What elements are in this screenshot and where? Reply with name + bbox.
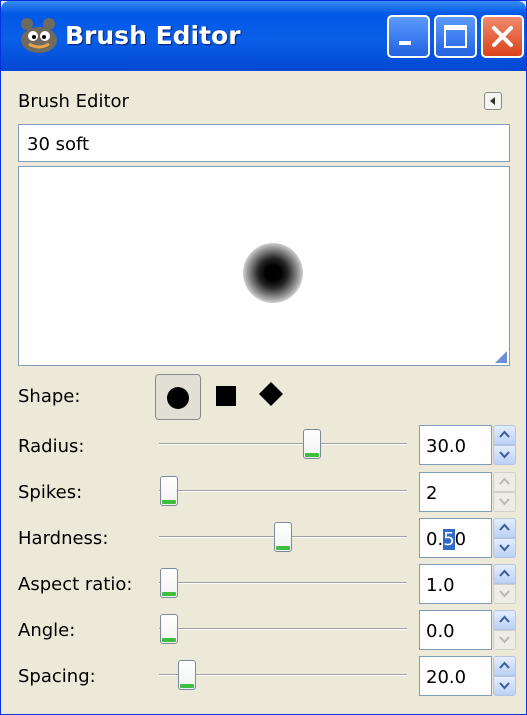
radius-slider-track[interactable] (159, 443, 407, 445)
aspect-ratio-slider-track[interactable] (159, 582, 407, 584)
radius-decrement[interactable] (493, 445, 516, 465)
spikes-input[interactable]: 2 (419, 472, 492, 512)
maximize-button[interactable] (434, 15, 477, 58)
chevron-up-icon (499, 661, 510, 669)
menu-button[interactable] (484, 92, 502, 110)
shape-circle-button[interactable] (155, 374, 201, 420)
radius-label: Radius: (18, 436, 85, 457)
hardness-input[interactable]: 0.50 (419, 518, 492, 558)
angle-decrement[interactable] (493, 630, 516, 650)
aspect-ratio-slider-thumb[interactable] (160, 568, 178, 598)
spacing-input[interactable]: 20.0 (419, 656, 492, 696)
angle-spinner[interactable] (493, 610, 516, 650)
shape-label: Shape: (18, 386, 81, 407)
chevron-up-icon (499, 523, 510, 531)
square-icon (216, 386, 236, 406)
chevron-down-icon (499, 682, 510, 690)
spikes-slider-thumb[interactable] (160, 476, 178, 506)
brush-editor-window: Brush Editor Brush Editor 30 soft Shape:… (0, 0, 527, 715)
hardness-value-selection: 5 (443, 529, 455, 550)
diamond-icon (259, 382, 283, 406)
gimp-wilber-icon (21, 18, 57, 53)
aspect-ratio-spinner[interactable] (493, 564, 516, 604)
spikes-label: Spikes: (18, 482, 83, 503)
angle-input[interactable]: 0.0 (419, 610, 492, 650)
editor-header-label: Brush Editor (18, 91, 129, 112)
spikes-slider-track[interactable] (159, 490, 407, 492)
spacing-label: Spacing: (18, 666, 96, 687)
brush-name-input[interactable]: 30 soft (18, 124, 510, 162)
chevron-up-icon (499, 477, 510, 485)
aspect-ratio-decrement[interactable] (493, 584, 516, 604)
spikes-spinner[interactable] (493, 472, 516, 512)
hardness-spinner[interactable] (493, 518, 516, 558)
brush-preview (18, 166, 510, 366)
spikes-increment[interactable] (493, 472, 516, 492)
close-icon (492, 26, 513, 47)
aspect-ratio-increment[interactable] (493, 564, 516, 584)
hardness-decrement[interactable] (493, 538, 516, 558)
shape-square-button[interactable] (204, 374, 250, 420)
maximize-icon (444, 25, 467, 48)
hardness-increment[interactable] (493, 518, 516, 538)
radius-spinner[interactable] (493, 425, 516, 465)
chevron-down-icon (499, 590, 510, 598)
chevron-down-icon (499, 451, 510, 459)
chevron-down-icon (499, 498, 510, 506)
window-title: Brush Editor (65, 21, 241, 50)
chevron-up-icon (499, 569, 510, 577)
spikes-decrement[interactable] (493, 492, 516, 512)
brush-preview-dot (243, 243, 303, 303)
close-button[interactable] (481, 15, 524, 58)
resize-grip-icon[interactable] (495, 351, 507, 363)
aspect-ratio-input[interactable]: 1.0 (419, 564, 492, 604)
radius-increment[interactable] (493, 425, 516, 445)
minimize-button[interactable] (387, 15, 430, 58)
angle-slider-thumb[interactable] (160, 614, 178, 644)
triangle-left-icon (490, 97, 495, 105)
circle-icon (167, 387, 189, 409)
chevron-down-icon (499, 544, 510, 552)
aspect-ratio-label: Aspect ratio: (18, 574, 133, 595)
radius-slider-thumb[interactable] (303, 429, 321, 459)
minimize-icon (399, 41, 411, 45)
spacing-decrement[interactable] (493, 676, 516, 696)
angle-slider-track[interactable] (159, 628, 407, 630)
spacing-increment[interactable] (493, 656, 516, 676)
chevron-up-icon (499, 615, 510, 623)
hardness-value-pre: 0. (426, 529, 444, 550)
shape-diamond-button[interactable] (249, 374, 295, 420)
angle-increment[interactable] (493, 610, 516, 630)
chevron-up-icon (499, 430, 510, 438)
hardness-slider-thumb[interactable] (274, 522, 292, 552)
chevron-down-icon (499, 636, 510, 644)
spacing-slider-track[interactable] (159, 674, 407, 676)
spacing-slider-thumb[interactable] (178, 660, 196, 690)
hardness-label: Hardness: (18, 528, 109, 549)
angle-label: Angle: (18, 620, 76, 641)
spacing-spinner[interactable] (493, 656, 516, 696)
title-bar[interactable]: Brush Editor (1, 1, 526, 71)
hardness-value-post: 0 (454, 529, 467, 550)
radius-input[interactable]: 30.0 (419, 425, 492, 465)
